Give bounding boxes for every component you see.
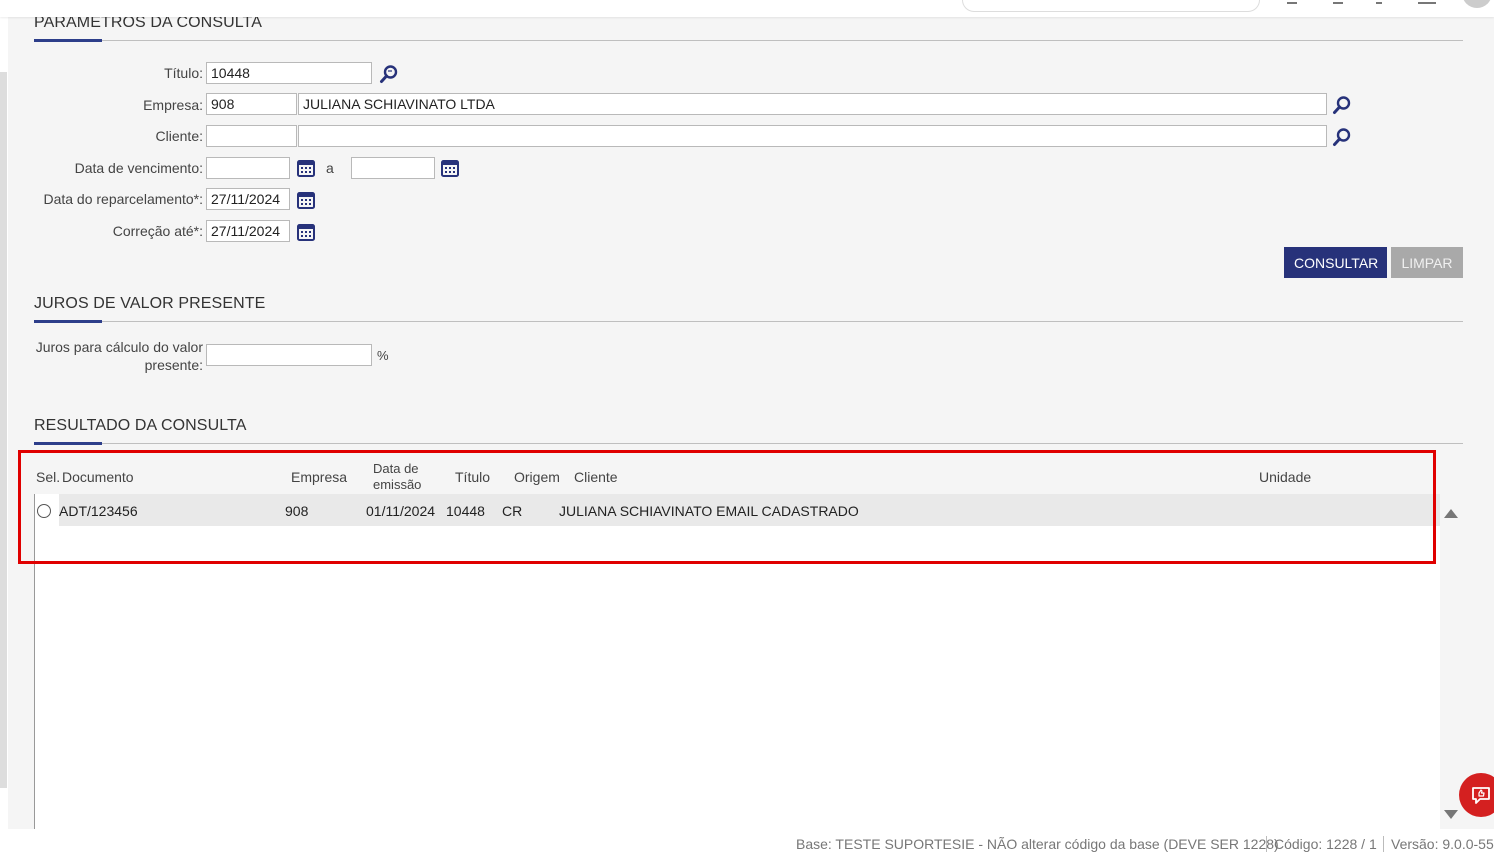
status-codigo: Código: 1228 / 1 [1274,836,1377,852]
vencimento-from-input[interactable] [206,157,290,179]
avatar[interactable] [1462,0,1492,8]
juros-label-line2: presente: [144,357,203,373]
apps-grid-icon[interactable] [1418,0,1436,4]
feedback-icon [1472,787,1490,804]
calendar-icon [297,192,315,209]
titulo-label: Título: [164,65,203,81]
cliente-code-input[interactable] [206,125,297,147]
status-base: Base: TESTE SUPORTESIE - NÃO alterar cód… [796,836,1279,852]
status-bar: Base: TESTE SUPORTESIE - NÃO alterar cód… [8,829,1494,854]
calendar-icon [297,160,315,177]
search-icon [380,65,398,83]
juros-unit: % [377,348,389,363]
empresa-code-input[interactable] [206,93,297,115]
calendar-icon [441,160,459,177]
toolbar-icon-2[interactable] [1333,0,1343,4]
cliente-name-input[interactable] [298,125,1327,147]
section-divider [34,443,1463,444]
vencimento-to-input[interactable] [351,157,435,179]
correcao-label: Correção até*: [112,223,203,239]
empresa-name-input[interactable] [298,93,1327,115]
consultar-button[interactable]: CONSULTAR [1284,247,1387,278]
scroll-down-arrow-icon[interactable] [1444,810,1458,820]
cliente-label: Cliente: [155,128,203,144]
reparcelamento-label: Data do reparcelamento*: [43,191,203,207]
titulo-input[interactable] [206,62,372,84]
status-versao: Versão: 9.0.0-55 [1391,836,1494,852]
empresa-label: Empresa: [143,97,203,113]
section-divider [34,321,1463,322]
status-separator [1266,836,1267,852]
section-title-resultado: RESULTADO DA CONSULTA [34,417,247,434]
toolbar-icon-3[interactable] [1376,0,1382,4]
toolbar-icon-1[interactable] [1287,0,1297,4]
highlight-annotation-box [18,450,1436,564]
search-icon [1333,128,1351,146]
scroll-up-arrow-icon[interactable] [1444,508,1458,518]
titulo-search-button[interactable] [378,63,400,85]
vencimento-separator: a [326,160,334,176]
cliente-search-button[interactable] [1331,126,1353,148]
vencimento-to-calendar-button[interactable] [439,157,461,179]
section-accent [34,442,102,445]
juros-input[interactable] [206,344,372,366]
global-search-box[interactable] [962,0,1260,12]
top-bar [0,0,1494,17]
vertical-scrollbar[interactable] [1440,494,1463,829]
juros-label-line1: Juros para cálculo do valor [35,339,203,355]
vencimento-from-calendar-button[interactable] [295,157,317,179]
section-accent [34,39,102,42]
empresa-search-button[interactable] [1331,94,1353,116]
section-title-juros: JUROS DE VALOR PRESENTE [34,295,266,312]
calendar-icon [297,224,315,241]
vencimento-label: Data de vencimento: [74,160,203,176]
section-accent [34,320,102,323]
section-divider [34,40,1463,41]
search-icon [1333,96,1351,114]
reparcelamento-calendar-button[interactable] [295,189,317,211]
correcao-calendar-button[interactable] [295,221,317,243]
reparcelamento-input[interactable] [206,188,290,210]
limpar-button[interactable]: LIMPAR [1391,247,1463,278]
status-separator [1383,836,1384,852]
left-rail [0,72,7,788]
correcao-input[interactable] [206,220,290,242]
